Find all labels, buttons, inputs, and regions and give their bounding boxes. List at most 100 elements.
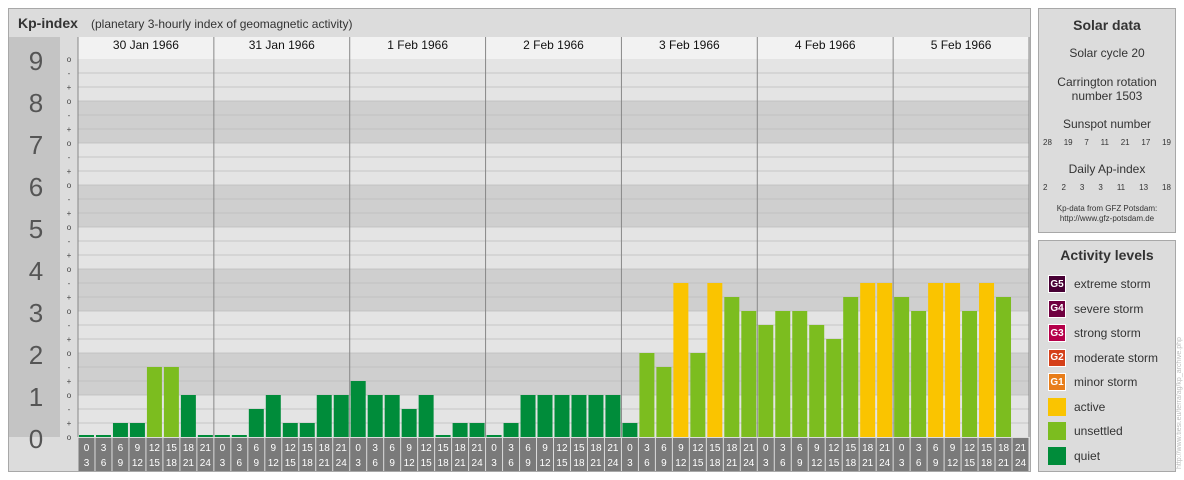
interval-end-label: 12 [947,458,959,469]
interval-end-label: 24 [879,458,891,469]
kp-bar [537,395,553,437]
interval-start-label: 3 [237,443,243,454]
y-minor-label: o [67,433,72,442]
kp-bar [231,435,247,437]
interval-start-label: 6 [525,443,531,454]
day-label: 4 Feb 1966 [795,38,856,52]
legend-swatch: G2 [1048,348,1066,367]
kp-bar [401,408,417,437]
interval-start-label: 3 [644,443,650,454]
interval-end-label: 15 [285,458,297,469]
interval-end-label: 21 [455,458,467,469]
interval-start-label: 12 [421,443,433,454]
interval-end-label: 12 [539,458,551,469]
kp-bar [418,395,434,437]
kp-bar [775,311,791,437]
y-minor-label: + [67,83,72,92]
daily-ap-values: 2 2 3 3 11 13 18 [1043,183,1171,192]
interval-start-label: 18 [998,443,1010,454]
interval-start-label: 21 [200,443,212,454]
interval-end-label: 15 [556,458,568,469]
kp-bar [180,395,196,437]
plot-band [78,185,1029,227]
interval-start-label: 15 [438,443,450,454]
kp-bar [928,282,944,437]
kp-bar [571,395,587,437]
interval-start-label: 15 [166,443,178,454]
y-major-label: 7 [29,130,43,160]
solar-cycle: Solar cycle 20 [1069,46,1145,60]
interval-start-label: 18 [455,443,467,454]
y-minor-label: + [67,293,72,302]
kp-bar [367,395,383,437]
interval-start-label: 15 [709,443,721,454]
kp-bar [554,395,570,437]
interval-end-label: 9 [661,458,667,469]
kp-bar [452,423,468,437]
y-minor-label: o [67,307,72,316]
kp-bar-chart: 0123456789-o+-o+-o+-o+-o+-o+-o+-o+-o+o30… [9,37,1030,471]
interval-end-label: 12 [675,458,687,469]
interval-end-label: 3 [763,458,769,469]
interval-start-label: 0 [491,443,497,454]
sunspot-value: 28 [1043,138,1052,147]
interval-start-label: 9 [814,443,820,454]
legend-swatch [1048,422,1066,440]
carrington-rotation-line2: number 1503 [1071,89,1143,103]
interval-end-label: 6 [372,458,378,469]
interval-start-label: 3 [508,443,514,454]
activity-levels-panel: Activity levels G5 extreme storm G4 severe … [1038,240,1176,472]
interval-end-label: 24 [336,458,348,469]
y-minor-label: - [68,69,71,78]
interval-end-label: 15 [692,458,704,469]
interval-start-label: 12 [149,443,161,454]
interval-start-label: 0 [220,443,226,454]
y-minor-label: + [67,167,72,176]
interval-start-label: 0 [899,443,905,454]
interval-end-label: 18 [302,458,314,469]
solar-data-title: Solar data [1073,17,1141,33]
legend-label: active [1074,399,1106,414]
kp-bar [435,435,451,437]
interval-start-label: 0 [355,443,361,454]
legend-label: quiet [1074,448,1101,463]
interval-end-label: 12 [268,458,280,469]
interval-start-label: 0 [763,443,769,454]
interval-end-label: 18 [166,458,178,469]
kp-bar [112,423,128,437]
interval-start-label: 12 [828,443,840,454]
interval-start-label: 12 [285,443,297,454]
y-minor-label: - [68,111,71,120]
legend-label: moderate storm [1074,350,1159,365]
interval-end-label: 3 [84,458,90,469]
interval-start-label: 6 [389,443,395,454]
y-major-label: 1 [29,382,43,412]
kp-bar [605,395,621,437]
kp-bar [350,381,366,437]
interval-end-label: 24 [743,458,755,469]
legend-item: G5 extreme storm [1048,275,1151,293]
ap-value: 3 [1098,183,1103,192]
interval-start-label: 3 [101,443,107,454]
interval-start-label: 9 [135,443,141,454]
kp-bar [384,395,400,437]
kp-bar [299,423,315,437]
plot-band [78,101,1029,143]
ap-value: 13 [1139,183,1149,192]
y-minor-label: - [68,405,71,414]
credit-link[interactable]: http://www.gfz-potsdam.de [1039,214,1175,224]
interval-start-label: 6 [254,443,260,454]
kp-bar [945,282,961,437]
y-major-label: 2 [29,340,43,370]
kp-bar [95,435,111,437]
sunspot-values: 28 19 7 11 21 17 19 [1043,138,1171,147]
y-minor-label: + [67,335,72,344]
sunspot-value: 19 [1063,138,1073,147]
y-minor-label: o [67,391,72,400]
interval-end-label: 9 [389,458,395,469]
y-major-label: 3 [29,298,43,328]
kp-bar [129,423,145,437]
y-minor-label: + [67,125,72,134]
kp-bar [979,282,995,437]
interval-end-label: 15 [149,458,161,469]
